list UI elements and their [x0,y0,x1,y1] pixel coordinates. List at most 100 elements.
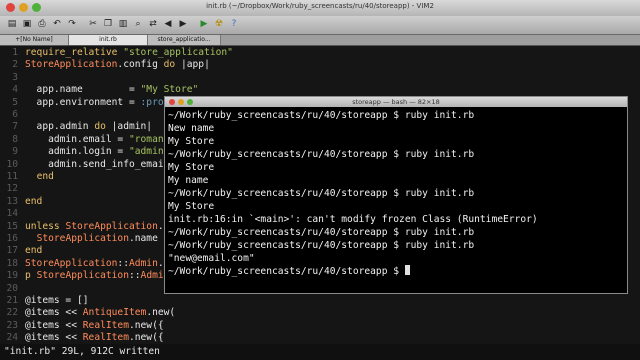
editor-line[interactable]: 1 require_relative "store_application" [0,46,233,59]
replace-icon[interactable]: ⇄ [147,18,159,30]
line-number: 7 [12,121,18,133]
editor-line[interactable]: 9 admin.login = "admin" [0,145,169,158]
terminal-line: init.rb:16:in `<main>': can't modify fro… [168,214,538,225]
tab-store-application[interactable]: store_applicatio... [148,35,221,45]
line-number: 13 [6,195,18,207]
forward-icon[interactable]: ▶ [177,18,189,30]
code-text: StoreApplication.name = [36,233,176,244]
toolbar: ▤ ▣ ⎙ ↶ ↷ ✂ ❐ ▥ ⌕ ⇄ ◀ ▶ ▶ ☢? [0,16,640,35]
editor-line[interactable]: 16 StoreApplication.name = [0,232,175,245]
window-title: init.rb (~/Dropbox/Work/ruby_screencasts… [206,2,434,10]
editor-line[interactable]: 23 @items << RealItem.new({ [0,319,163,332]
window-titlebar: init.rb (~/Dropbox/Work/ruby_screencasts… [0,0,640,17]
editor-line[interactable]: 7 app.admin do |admin| [0,120,152,133]
editor-line[interactable]: 3 [0,71,25,84]
editor-line[interactable]: 12 [0,182,25,195]
terminal-window[interactable]: storeapp — bash — 82×18 ~/Work/ruby_scre… [164,96,628,294]
code-text: admin.email = "roman.s [25,133,176,145]
line-number: 19 [6,270,18,282]
code-text: app.admin do |admin| [25,121,153,133]
terminal-output: ~/Work/ruby_screencasts/ru/40/storeapp $… [168,109,627,278]
editor-line[interactable]: 8 admin.email = "roman.s [0,133,175,146]
editor-line[interactable]: 14 [0,207,25,220]
code-text: admin.login = "admin" [25,146,170,158]
code-text: require_relative "store_application" [25,47,233,58]
editor-line[interactable]: 15 unless StoreApplication.fr [0,220,175,233]
terminal-line: New name [168,123,215,134]
code-text: app.name = "My Store" [25,84,199,96]
terminal-line: My Store [168,162,215,173]
terminal-line: My Store [168,136,215,147]
line-number: 8 [12,133,18,145]
line-number: 20 [6,282,18,294]
line-number: 1 [12,47,18,58]
save-icon[interactable]: ▣ [21,18,33,30]
find-icon[interactable]: ⌕ [132,18,144,30]
hazard-icon[interactable]: ☢ [213,18,225,30]
code-text: @items = [] [25,295,89,306]
terminal-line: ~/Work/ruby_screencasts/ru/40/storeapp $… [168,188,475,199]
editor-line[interactable]: 19 p StoreApplication::Admin. [0,269,175,282]
line-number: 14 [6,208,18,220]
editor-line[interactable]: 10 admin.send_info_emails [0,158,175,171]
editor-line[interactable]: 20 [0,282,25,295]
line-number: 23 [6,319,18,331]
terminal-line: "new@email.com" [168,253,255,264]
run-icon[interactable]: ▶ [198,18,210,30]
terminal-line: ~/Work/ruby_screencasts/ru/40/storeapp $… [168,240,475,251]
line-number: 21 [6,295,18,306]
code-text: app.environment = :produ [25,96,176,108]
line-number: 22 [6,307,18,319]
undo-icon[interactable]: ↶ [51,18,63,30]
editor-line[interactable]: 21 @items = [] [0,294,89,307]
editor-line[interactable]: 17 end [0,244,42,257]
tab-no-name[interactable]: +[No Name] [0,35,69,45]
editor-line[interactable]: 5 app.environment = :produ [0,96,175,109]
back-icon[interactable]: ◀ [162,18,174,30]
tab-init-rb[interactable]: init.rb [69,35,148,45]
editor-line[interactable]: 6 [0,108,25,121]
editor-line[interactable]: 22 @items << AntiqueItem.new( [0,306,175,319]
open-icon[interactable]: ▤ [6,18,18,30]
terminal-line: ~/Work/ruby_screencasts/ru/40/storeapp $… [168,227,475,238]
code-text: end [25,195,43,207]
line-number: 11 [6,171,18,182]
line-number: 9 [12,146,18,158]
editor-line[interactable]: 4 app.name = "My Store" [0,83,198,96]
terminal-line: ~/Work/ruby_screencasts/ru/40/storeapp $ [168,265,627,278]
code-text: p StoreApplication::Admin. [25,270,175,282]
code-text: unless StoreApplication.fr [25,220,175,232]
editor-line[interactable]: 24 @items << RealItem.new({ [0,331,164,344]
editor-line[interactable]: 11 end [0,170,54,183]
redo-icon[interactable]: ↷ [66,18,78,30]
paste-icon[interactable]: ▥ [117,18,129,30]
line-number: 4 [12,84,18,96]
line-number: 12 [6,183,18,195]
code-text: StoreApplication.config do |app| [25,59,210,71]
code-text: end [36,171,54,182]
line-number: 17 [6,245,18,257]
editor-line[interactable]: 2 StoreApplication.config do |app| [0,58,210,71]
line-number: 24 [6,332,18,344]
cut-icon[interactable]: ✂ [87,18,99,30]
terminal-cursor [404,265,410,275]
terminal-line: ~/Work/ruby_screencasts/ru/40/storeapp $… [168,149,475,160]
print-icon[interactable]: ⎙ [36,18,48,30]
code-text: StoreApplication::Admin.em [25,257,175,269]
editor-line[interactable]: 18 StoreApplication::Admin.em [0,257,175,270]
code-text: @items << RealItem.new({ [25,332,164,344]
help-icon[interactable]: ? [228,18,240,30]
code-text: end [25,245,43,257]
line-number: 5 [12,96,18,108]
line-number: 16 [6,233,18,244]
editor-line[interactable]: 13 end [0,195,42,208]
terminal-title: storeapp — bash — 82×18 [352,98,440,106]
line-number: 6 [12,109,18,120]
terminal-line: My Store [168,201,215,212]
copy-icon[interactable]: ❐ [102,18,114,30]
line-number: 10 [6,158,18,170]
line-number: 15 [6,220,18,232]
tab-bar: +[No Name] init.rb store_applicatio... [0,35,640,46]
code-text: @items << AntiqueItem.new( [25,307,176,319]
terminal-titlebar: storeapp — bash — 82×18 [165,97,627,107]
